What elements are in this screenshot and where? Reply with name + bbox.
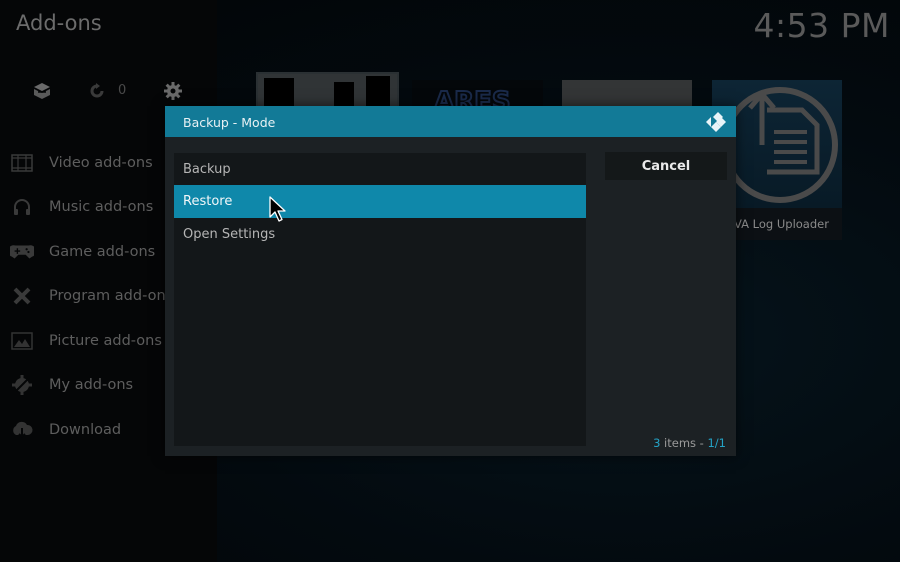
tools-icon xyxy=(10,285,34,307)
sidebar-item-label: My add-ons xyxy=(49,377,134,393)
gear-icon[interactable] xyxy=(163,80,183,102)
sidebar-item-label: Download xyxy=(49,422,122,438)
options-list: Backup Restore Open Settings xyxy=(174,153,586,446)
page-title: Add-ons xyxy=(16,11,102,35)
headphones-icon xyxy=(10,196,34,218)
dialog-header: Backup - Mode xyxy=(165,106,736,137)
option-backup[interactable]: Backup xyxy=(174,153,586,186)
gamepad-icon xyxy=(10,241,34,263)
sidebar-item-label: Program add-ons xyxy=(49,288,174,304)
cloud-download-icon xyxy=(10,419,34,441)
refresh-icon[interactable] xyxy=(88,80,106,102)
dialog-title: Backup - Mode xyxy=(183,115,276,130)
cancel-button[interactable]: Cancel xyxy=(605,152,727,180)
option-restore[interactable]: Restore xyxy=(174,185,586,218)
sidebar-item-label: Video add-ons xyxy=(49,155,153,171)
item-count: 3 items - 1/1 xyxy=(653,436,726,450)
film-icon xyxy=(10,152,34,174)
sidebar-item-label: Music add-ons xyxy=(49,199,154,215)
update-count: 0 xyxy=(118,83,127,98)
sidebar-item-label: Game add-ons xyxy=(49,244,156,260)
kodi-logo-icon xyxy=(704,110,728,134)
picture-icon xyxy=(10,330,34,352)
backup-mode-dialog: Backup - Mode Backup Restore Open Settin… xyxy=(165,106,736,456)
gear-wrench-icon xyxy=(10,374,34,396)
clock: 4:53 PM xyxy=(753,6,890,45)
mouse-cursor-icon xyxy=(269,196,286,222)
option-open-settings[interactable]: Open Settings xyxy=(174,218,586,251)
top-icon-bar xyxy=(0,80,217,104)
sidebar-item-label: Picture add-ons xyxy=(49,333,162,349)
addon-box-icon[interactable] xyxy=(32,80,52,102)
